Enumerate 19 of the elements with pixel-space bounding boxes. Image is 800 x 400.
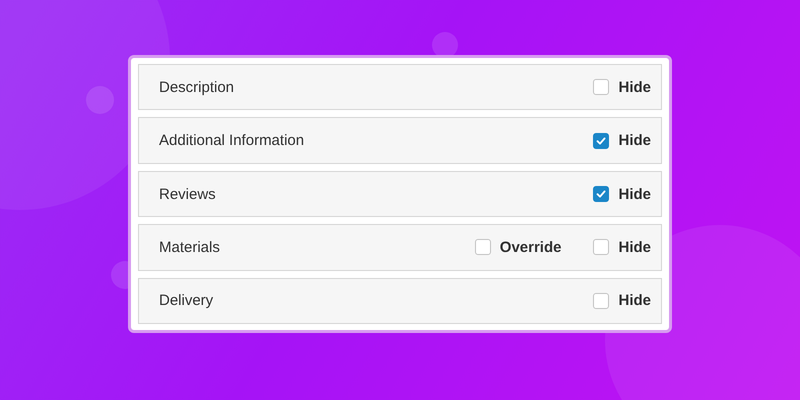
checkbox-option[interactable]: Hide xyxy=(593,238,651,256)
tab-label: Delivery xyxy=(159,292,214,310)
checkbox[interactable] xyxy=(593,239,610,256)
check-icon xyxy=(595,134,608,147)
checkbox[interactable] xyxy=(474,239,491,256)
checkbox-option[interactable]: Override xyxy=(474,238,562,256)
checkbox-option[interactable]: Hide xyxy=(593,292,651,310)
check-icon xyxy=(595,188,608,200)
tab-label: Materials xyxy=(159,238,220,256)
checkbox[interactable] xyxy=(593,292,610,309)
checkbox-option[interactable]: Hide xyxy=(593,132,651,150)
tab-label: Reviews xyxy=(159,186,216,203)
checkbox[interactable] xyxy=(593,79,610,96)
checkbox-option[interactable]: Hide xyxy=(593,186,651,203)
tab-label: Additional Information xyxy=(159,132,304,150)
checkbox[interactable] xyxy=(593,186,610,202)
checkbox[interactable] xyxy=(593,132,610,149)
tab-label: Description xyxy=(159,78,234,96)
checkbox-option[interactable]: Hide xyxy=(593,78,651,96)
